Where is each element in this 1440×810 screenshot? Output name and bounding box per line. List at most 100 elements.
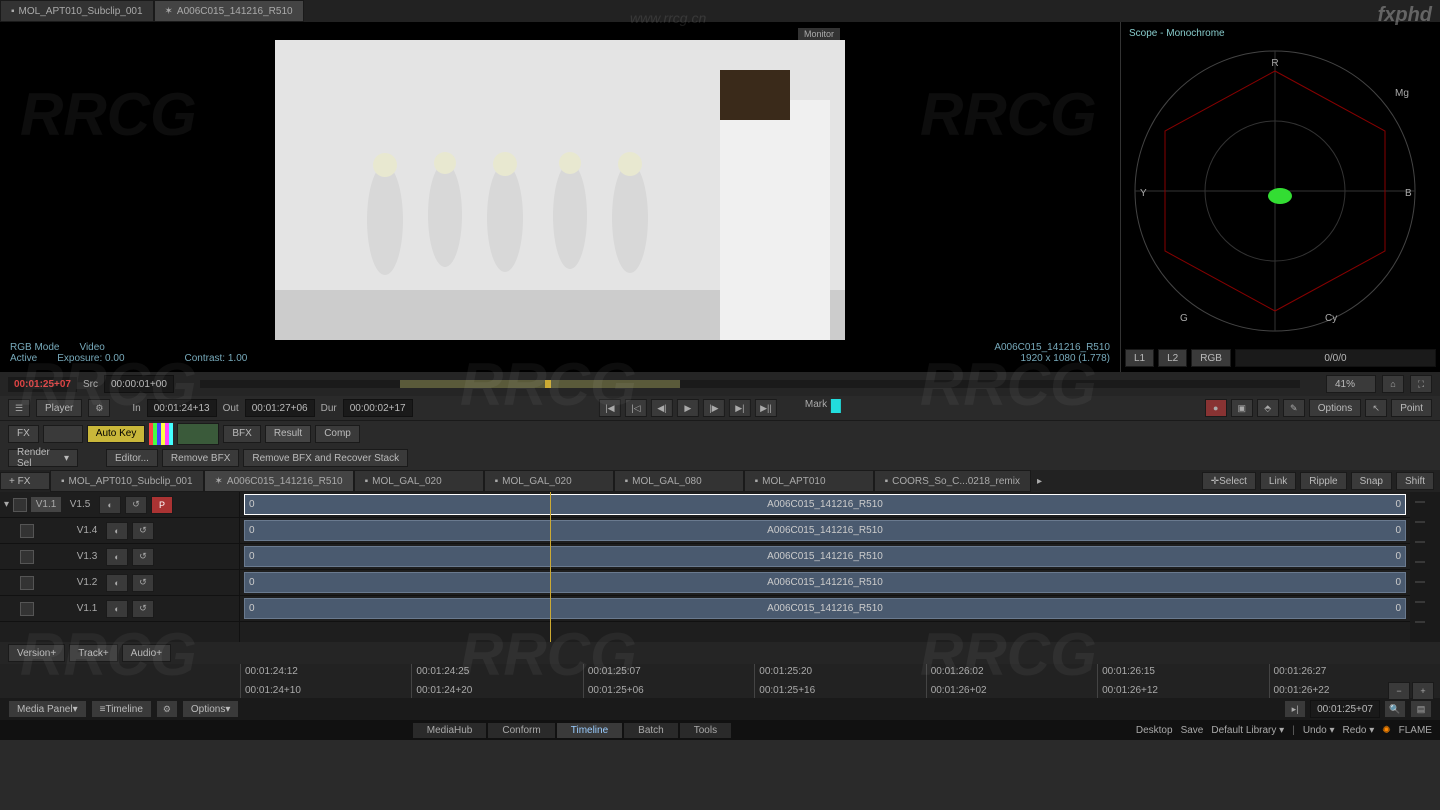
gear-icon[interactable]: ⚙ xyxy=(156,700,178,718)
audio-button[interactable]: Audio+ xyxy=(122,644,171,662)
timeline-tab[interactable]: ▪COORS_So_C...0218_remix xyxy=(874,470,1031,492)
track-header[interactable]: ▾ V1.1 V1.5 ◐ ↺ P xyxy=(0,492,239,518)
viewer-image[interactable] xyxy=(275,40,845,340)
vectorscope[interactable]: R Mg B Cy G Y xyxy=(1125,41,1436,348)
track-icon[interactable]: ↺ xyxy=(132,574,154,592)
dropdown-icon[interactable]: ☰ xyxy=(8,399,30,417)
mode-batch[interactable]: Batch xyxy=(623,722,679,739)
source-tab-active[interactable]: ✶A006C015_141216_R510 xyxy=(154,0,304,22)
mark-indicator[interactable] xyxy=(831,399,841,413)
result-button[interactable]: Result xyxy=(265,425,311,443)
comp-button[interactable]: Comp xyxy=(315,425,360,443)
remove-recover-button[interactable]: Remove BFX and Recover Stack xyxy=(243,449,408,467)
timeline-tab[interactable]: ✶A006C015_141216_R510 xyxy=(204,470,354,492)
track[interactable]: 0A006C015_141216_R5100 xyxy=(240,518,1410,544)
mode-tools[interactable]: Tools xyxy=(679,722,732,739)
track-version[interactable]: V1.1 xyxy=(72,601,102,616)
track-icon[interactable]: ↺ xyxy=(132,522,154,540)
track-header[interactable]: V1.2 ◐↺ xyxy=(0,570,239,596)
redo-button[interactable]: Redo ▾ xyxy=(1343,725,1375,736)
version-button[interactable]: Version+ xyxy=(8,644,65,662)
player-button[interactable]: Player xyxy=(36,399,82,417)
src-timecode[interactable]: 00:00:01+00 xyxy=(104,375,174,393)
step-fwd-icon[interactable]: |▶ xyxy=(703,399,725,417)
monitor-badge[interactable]: Monitor xyxy=(798,28,840,40)
scope-title[interactable]: Scope - Monochrome xyxy=(1125,26,1436,41)
prev-frame-icon[interactable]: |◁ xyxy=(625,399,647,417)
tool-icon-3[interactable]: ✎ xyxy=(1283,399,1305,417)
options-dropdown[interactable]: Options xyxy=(1309,399,1361,417)
render-sel-dropdown[interactable]: Render Sel ▾ xyxy=(8,449,78,467)
track-version[interactable]: V1.3 xyxy=(72,549,102,564)
select-button[interactable]: ✛ Select xyxy=(1202,472,1256,490)
track-icon[interactable]: ↺ xyxy=(125,496,147,514)
track-icon[interactable]: ◐ xyxy=(106,548,128,566)
point-button[interactable]: Point xyxy=(1391,399,1432,417)
record-icon[interactable]: ● xyxy=(1205,399,1227,417)
timeline-ruler[interactable]: 00:01:24:1200:01:24+10 00:01:24:2500:01:… xyxy=(0,664,1440,698)
track-icon[interactable]: ◐ xyxy=(106,600,128,618)
mode-conform[interactable]: Conform xyxy=(487,722,555,739)
track-version[interactable]: V1.2 xyxy=(72,575,102,590)
timeline-ruler-vertical[interactable] xyxy=(1410,492,1440,642)
next-frame-icon[interactable]: ▶| xyxy=(729,399,751,417)
library-dropdown[interactable]: Default Library ▾ xyxy=(1211,725,1284,736)
save-button[interactable]: Save xyxy=(1181,725,1204,736)
clip[interactable]: 0A006C015_141216_R5100 xyxy=(244,546,1406,567)
mode-mediahub[interactable]: MediaHub xyxy=(412,722,488,739)
options-dropdown[interactable]: Options ▾ xyxy=(182,700,240,718)
app-name[interactable]: FLAME xyxy=(1399,725,1432,736)
zoom-out-icon[interactable]: − xyxy=(1388,682,1410,700)
track-p-icon[interactable]: P xyxy=(151,496,173,514)
track[interactable]: 0A006C015_141216_R5100 xyxy=(240,596,1410,622)
timeline-tab[interactable]: ▪MOL_GAL_020 xyxy=(354,470,484,492)
color-swatch[interactable] xyxy=(149,423,173,445)
scope-l2-button[interactable]: L2 xyxy=(1158,349,1187,367)
zoom-in-icon[interactable]: + xyxy=(1412,682,1434,700)
thumbnail[interactable] xyxy=(177,423,219,445)
mode-timeline[interactable]: Timeline xyxy=(556,722,623,739)
tracks-area[interactable]: 0A006C015_141216_R5100 0A006C015_141216_… xyxy=(240,492,1410,642)
goto-start-icon[interactable]: |◀ xyxy=(599,399,621,417)
track-header[interactable]: V1.1 ◐↺ xyxy=(0,596,239,622)
dur-timecode[interactable]: 00:00:02+17 xyxy=(343,399,413,417)
clip[interactable]: 0A006C015_141216_R5100 xyxy=(244,598,1406,619)
link-button[interactable]: Link xyxy=(1260,472,1296,490)
track[interactable]: 0A006C015_141216_R5100 xyxy=(240,492,1410,518)
media-panel-dropdown[interactable]: Media Panel ▾ xyxy=(8,700,87,718)
fit-icon[interactable]: ⛶ xyxy=(1410,375,1432,393)
view-toggle-icon[interactable]: ▤ xyxy=(1410,700,1432,718)
nav-icon[interactable]: ▸| xyxy=(1284,700,1306,718)
collapse-icon[interactable]: ▾ xyxy=(4,499,9,510)
clip[interactable]: 0A006C015_141216_R5100 xyxy=(244,520,1406,541)
gear-icon[interactable]: ⚙ xyxy=(88,399,110,417)
timeline-tab[interactable]: ▪MOL_GAL_080 xyxy=(614,470,744,492)
editor-button[interactable]: Editor... xyxy=(106,449,158,467)
playhead[interactable] xyxy=(550,492,551,642)
undo-button[interactable]: Undo ▾ xyxy=(1303,725,1335,736)
footer-timecode[interactable]: 00:01:25+07 xyxy=(1310,700,1380,718)
track-checkbox[interactable] xyxy=(13,498,27,512)
timeline-tab[interactable]: ▪MOL_GAL_020 xyxy=(484,470,614,492)
source-tab[interactable]: ▪MOL_APT010_Subclip_001 xyxy=(0,0,154,22)
shift-button[interactable]: Shift xyxy=(1396,472,1434,490)
autokey-button[interactable]: Auto Key xyxy=(87,425,146,443)
timecode-current[interactable]: 00:01:25+07 xyxy=(8,377,77,392)
track-checkbox[interactable] xyxy=(20,576,34,590)
desktop-label[interactable]: Desktop xyxy=(1136,725,1173,736)
track-button[interactable]: Track+ xyxy=(69,644,117,662)
search-icon[interactable]: 🔍 xyxy=(1384,700,1406,718)
track-icon[interactable]: ↺ xyxy=(132,548,154,566)
timeline-view-button[interactable]: ≡ Timeline xyxy=(91,700,152,718)
track-checkbox[interactable] xyxy=(20,524,34,538)
clip[interactable]: 0A006C015_141216_R5100 xyxy=(244,572,1406,593)
play-icon[interactable]: ▶ xyxy=(677,399,699,417)
track-checkbox[interactable] xyxy=(20,602,34,616)
scope-rgb-button[interactable]: RGB xyxy=(1191,349,1231,367)
zoom-dropdown[interactable]: 41% xyxy=(1326,375,1376,393)
home-icon[interactable]: ⌂ xyxy=(1382,375,1404,393)
track-version[interactable]: V1.5 xyxy=(65,497,95,512)
track-icon[interactable]: ◐ xyxy=(106,522,128,540)
scrubber[interactable] xyxy=(200,380,1300,388)
tool-icon-2[interactable]: ⬘ xyxy=(1257,399,1279,417)
